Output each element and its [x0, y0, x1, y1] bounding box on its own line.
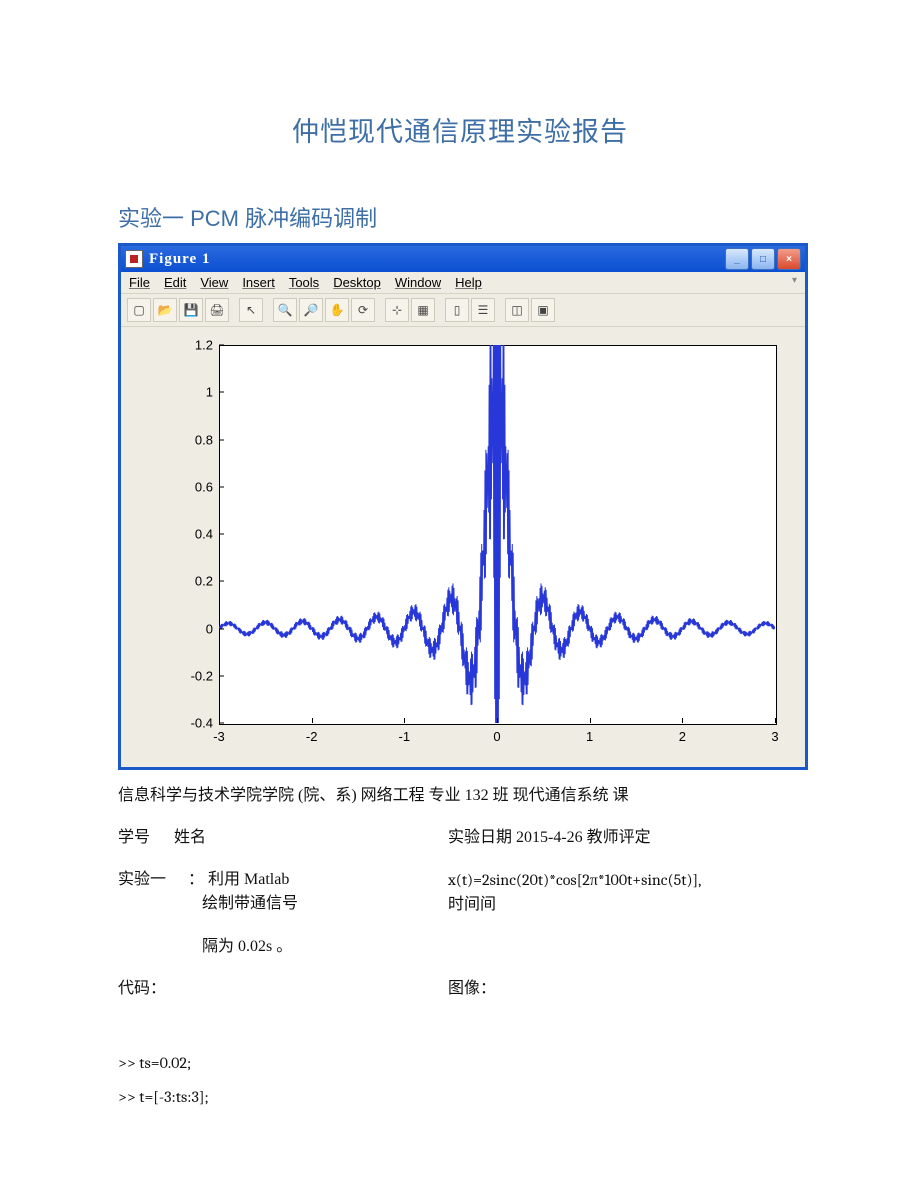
matlab-figure-icon — [125, 250, 143, 268]
code-line-1: >> ts=0.02; — [118, 1051, 802, 1075]
dept-line: 信息科学与技术学院学院 (院、系) 网络工程 专业 132 班 现代通信系统 课 — [118, 784, 802, 808]
section-title: 实验一 PCM 脉冲编码调制 — [118, 201, 802, 233]
y-tick-label: -0.4 — [133, 716, 213, 731]
menu-tools[interactable]: Tools — [289, 275, 319, 290]
menu-file[interactable]: File — [129, 275, 150, 290]
legend-icon[interactable]: ☰ — [471, 298, 495, 322]
menu-bar: File Edit View Insert Tools Desktop Wind… — [121, 272, 805, 294]
date-label: 实验日期 2015-4-26 教师评定 — [448, 829, 651, 846]
x-tick-label: 3 — [771, 729, 778, 744]
y-tick-label: 0.2 — [133, 574, 213, 589]
colorbar-icon[interactable]: ▦ — [411, 298, 435, 322]
experiment-label: 实验一 — [118, 871, 166, 888]
image-label: 图像： — [448, 980, 496, 997]
pointer-icon[interactable]: ↖ — [239, 298, 263, 322]
experiment-sep: ： — [188, 871, 204, 888]
zoom-out-icon[interactable]: 🔎 — [299, 298, 323, 322]
experiment-desc1: 利用 Matlab — [208, 871, 289, 888]
x-tick-label: -1 — [399, 729, 411, 744]
figure-window: Figure 1 _ □ × File Edit View Insert Too… — [118, 243, 808, 770]
titlebar: Figure 1 _ □ × — [121, 246, 805, 272]
menu-edit[interactable]: Edit — [164, 275, 186, 290]
y-tick-label: 0.8 — [133, 432, 213, 447]
x-tick-label: -3 — [213, 729, 225, 744]
data-cursor-icon[interactable]: ⊹ — [385, 298, 409, 322]
main-title: 仲恺现代通信原理实验报告 — [118, 110, 802, 149]
close-button[interactable]: × — [777, 248, 801, 270]
x-tick-label: 2 — [679, 729, 686, 744]
rotate-icon[interactable]: ⟳ — [351, 298, 375, 322]
y-tick-label: 1.2 — [133, 338, 213, 353]
y-tick-label: 0.4 — [133, 527, 213, 542]
code-line-2: >> t=[-3:ts:3]; — [118, 1085, 802, 1109]
y-tick-label: -0.2 — [133, 668, 213, 683]
student-id-label: 学号 — [118, 829, 150, 846]
save-icon[interactable]: 💾 — [179, 298, 203, 322]
experiment-desc2: 绘制带通信号 — [202, 895, 298, 912]
x-tick-label: -2 — [306, 729, 318, 744]
x-tick-label: 1 — [586, 729, 593, 744]
minimize-button[interactable]: _ — [725, 248, 749, 270]
formula-text: x(t)=2sinc(20t)*cos[2π*100t+sinc(5t)], — [448, 871, 701, 889]
code-label: 代码： — [118, 980, 166, 997]
window-title: Figure 1 — [149, 251, 725, 268]
menu-window[interactable]: Window — [395, 275, 441, 290]
new-file-icon[interactable]: ▢ — [127, 298, 151, 322]
plot-curve — [219, 345, 775, 723]
show-tools-icon[interactable]: ▣ — [531, 298, 555, 322]
maximize-button[interactable]: □ — [751, 248, 775, 270]
hide-tools-icon[interactable]: ◫ — [505, 298, 529, 322]
plot-area: www.bdocx.com -0.4-0.200.20.40.60.811.2-… — [121, 327, 805, 767]
open-file-icon[interactable]: 📂 — [153, 298, 177, 322]
student-name-label: 姓名 — [174, 829, 206, 846]
x-tick-label: 0 — [493, 729, 500, 744]
print-icon[interactable]: 🖨 — [205, 298, 229, 322]
dock-icon[interactable]: ▯ — [445, 298, 469, 322]
toolbar: ▢ 📂 💾 🖨 ↖ 🔍 🔎 ✋ ⟳ ⊹ ▦ ▯ ☰ ◫ ▣ — [121, 294, 805, 327]
menu-insert[interactable]: Insert — [242, 275, 275, 290]
y-tick-label: 1 — [133, 385, 213, 400]
menu-corner-icon: ▾ — [792, 275, 797, 290]
time-label: 时间间 — [448, 896, 496, 913]
y-tick-label: 0.6 — [133, 479, 213, 494]
menu-view[interactable]: View — [200, 275, 228, 290]
pan-icon[interactable]: ✋ — [325, 298, 349, 322]
zoom-in-icon[interactable]: 🔍 — [273, 298, 297, 322]
menu-help[interactable]: Help — [455, 275, 482, 290]
y-tick-label: 0 — [133, 621, 213, 636]
interval-line: 隔为 0.02s 。 — [202, 938, 292, 955]
menu-desktop[interactable]: Desktop — [333, 275, 381, 290]
